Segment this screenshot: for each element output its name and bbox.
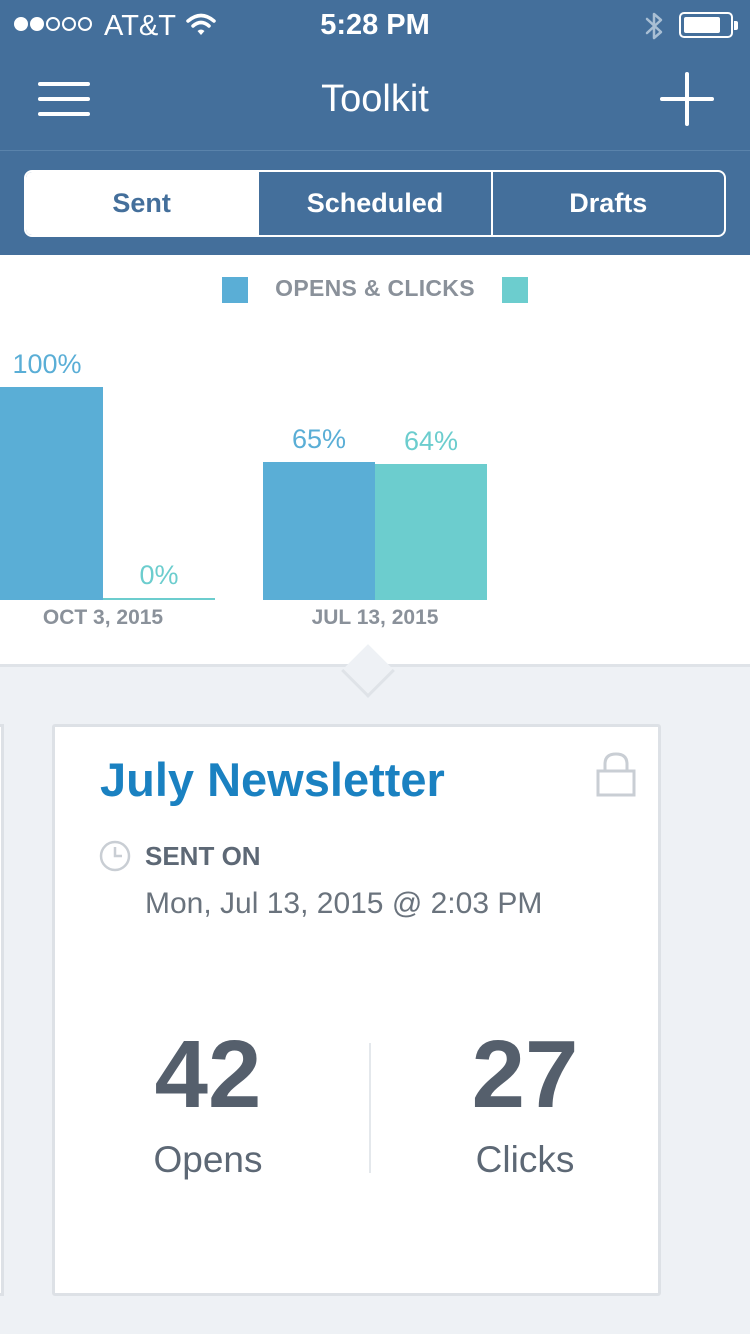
campaign-card[interactable]: July Newsletter SENT ON Mon, Jul 13, 201… — [52, 724, 661, 1296]
category-label-1: JUL 13, 2015 — [311, 606, 439, 629]
campaign-title[interactable]: July Newsletter — [100, 752, 445, 807]
battery-icon — [679, 12, 738, 38]
bar-label-opens-0: 100% — [12, 349, 82, 379]
stat-divider — [369, 1043, 371, 1173]
opens-clicks-chart[interactable]: OPENS & CLICKS 100% 0% OCT 3, 2015 65% 64% JU… — [0, 255, 750, 665]
page-title: Toolkit — [321, 78, 429, 120]
bar-opens-1[interactable] — [263, 462, 375, 600]
clicks-stat[interactable]: 27 Clicks — [375, 1027, 675, 1181]
app-screen: AT&T 5:28 PM Toolkit Sent Scheduled Draf… — [0, 0, 750, 1334]
status-time: 5:28 PM — [320, 9, 430, 41]
bar-label-opens-1: 65% — [291, 424, 347, 454]
bar-clicks-1[interactable] — [375, 464, 487, 600]
sent-on-label: SENT ON — [145, 841, 261, 871]
clock-icon — [99, 840, 131, 872]
lock-icon — [596, 752, 636, 797]
clicks-count: 27 — [471, 1021, 579, 1128]
plus-icon[interactable] — [660, 72, 714, 126]
opens-count: 42 — [154, 1021, 262, 1128]
bluetooth-icon — [645, 12, 663, 40]
tab-drafts[interactable]: Drafts — [490, 172, 724, 235]
bar-label-clicks-0: 0% — [139, 560, 179, 590]
opens-stat[interactable]: 42 Opens — [58, 1027, 358, 1181]
opens-label: Opens — [153, 1139, 263, 1180]
sent-date: Mon, Jul 13, 2015 @ 2:03 PM — [145, 887, 543, 920]
clicks-label: Clicks — [475, 1139, 575, 1180]
bar-clicks-0[interactable] — [103, 598, 215, 600]
status-bar: AT&T 5:28 PM — [0, 0, 750, 50]
tab-sent[interactable]: Sent — [26, 172, 258, 235]
chart-legend-title: OPENS & CLICKS — [275, 275, 475, 301]
bar-label-clicks-1: 64% — [403, 426, 459, 456]
tab-scheduled[interactable]: Scheduled — [257, 172, 490, 235]
category-label-0: OCT 3, 2015 — [42, 606, 164, 629]
campaign-status-tabs: Sent Scheduled Drafts — [24, 170, 726, 237]
previous-card-edge[interactable] — [0, 724, 4, 1296]
app-header: AT&T 5:28 PM Toolkit Sent Scheduled Draf… — [0, 0, 750, 255]
legend-swatch-clicks — [502, 277, 528, 303]
navigation-bar: Toolkit — [0, 50, 750, 151]
bar-opens-0[interactable] — [0, 387, 103, 600]
